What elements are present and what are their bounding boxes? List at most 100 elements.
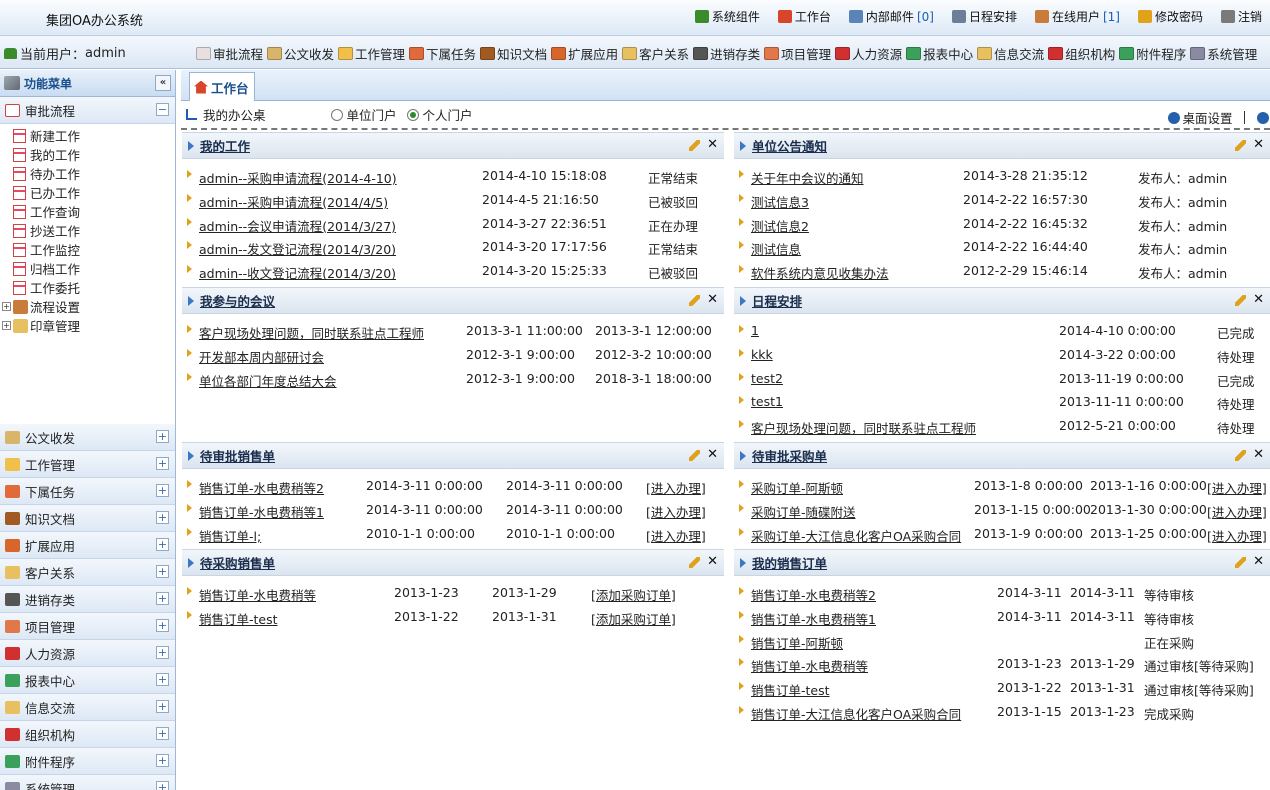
row-title-link[interactable]: 客户现场处理问题，同时联系驻点工程师	[199, 323, 424, 342]
close-icon[interactable]: ✕	[707, 554, 718, 569]
module-12[interactable]: 组织机构	[1048, 44, 1115, 63]
pencil-icon[interactable]	[1235, 557, 1246, 568]
row-title-link[interactable]: 测试信息	[751, 239, 801, 258]
top-link-5[interactable]: 修改密码	[1137, 8, 1203, 25]
collapse-arrow-icon[interactable]	[188, 140, 194, 151]
sidebar-section[interactable]: 进销存类 +	[0, 586, 175, 613]
panel-title[interactable]: 待审批销售单	[200, 446, 275, 465]
row-title-link[interactable]: 客户现场处理问题，同时联系驻点工程师	[751, 418, 976, 437]
tree-group[interactable]: + 印章管理	[0, 316, 175, 335]
module-4[interactable]: 知识文档	[480, 44, 547, 63]
row-action-link[interactable]: [添加采购订单]	[591, 585, 676, 604]
row-title-link[interactable]: 销售订单-水电费稍等	[199, 585, 316, 604]
module-14[interactable]: 系统管理	[1190, 44, 1257, 63]
row-title-link[interactable]: admin--发文登记流程(2014/3/20)	[199, 239, 396, 258]
row-title-link[interactable]: 销售订单-l;	[199, 526, 261, 545]
row-title-link[interactable]: admin--采购申请流程(2014-4-10)	[199, 168, 397, 187]
section-expand-toggle[interactable]: +	[156, 781, 169, 790]
pencil-icon[interactable]	[1235, 450, 1246, 461]
tree-item[interactable]: 已办工作	[0, 183, 175, 202]
panel-title[interactable]: 单位公告通知	[752, 136, 827, 155]
row-title-link[interactable]: 测试信息3	[751, 192, 809, 211]
row-action-link[interactable]: [进入办理]	[1207, 478, 1267, 497]
tree-item[interactable]: 工作监控	[0, 240, 175, 259]
module-10[interactable]: 报表中心	[906, 44, 973, 63]
row-title-link[interactable]: test2	[751, 371, 783, 386]
top-link-2[interactable]: 内部邮件 [0]	[848, 8, 934, 25]
sidebar-section[interactable]: 组织机构 +	[0, 721, 175, 748]
row-title-link[interactable]: 销售订单-test	[199, 609, 278, 628]
close-icon[interactable]: ✕	[1253, 292, 1264, 307]
pencil-icon[interactable]	[689, 295, 700, 306]
module-2[interactable]: 工作管理	[338, 44, 405, 63]
row-title-link[interactable]: 销售订单-test	[751, 680, 830, 699]
collapse-arrow-icon[interactable]	[740, 140, 746, 151]
section-expand-toggle[interactable]: +	[156, 619, 169, 632]
desktop-settings-link[interactable]: 桌面设置	[1182, 108, 1232, 127]
module-3[interactable]: 下属任务	[409, 44, 476, 63]
section-expand-toggle[interactable]: +	[156, 484, 169, 497]
row-title-link[interactable]: 销售订单-大江信息化客户OA采购合同	[751, 704, 961, 723]
close-icon[interactable]: ✕	[1253, 137, 1264, 152]
top-link-0[interactable]: 系统组件	[694, 8, 760, 25]
tree-item[interactable]: 新建工作	[0, 126, 175, 145]
module-6[interactable]: 客户关系	[622, 44, 689, 63]
sidebar-section[interactable]: 知识文档 +	[0, 505, 175, 532]
sidebar-collapse-button[interactable]: «	[155, 75, 171, 91]
module-1[interactable]: 公文收发	[267, 44, 334, 63]
row-title-link[interactable]: 销售订单-水电费稍等1	[199, 502, 324, 521]
row-title-link[interactable]: 销售订单-水电费稍等1	[751, 609, 876, 628]
tree-item[interactable]: 归档工作	[0, 259, 175, 278]
row-title-link[interactable]: 单位各部门年度总结大会	[199, 371, 337, 390]
section-expand-toggle[interactable]: +	[156, 673, 169, 686]
row-action-link[interactable]: [进入办理]	[1207, 502, 1267, 521]
section-expand-toggle[interactable]: +	[156, 430, 169, 443]
row-title-link[interactable]: 销售订单-阿斯顿	[751, 633, 843, 652]
tab-workbench[interactable]: 工作台	[189, 72, 255, 101]
section-expand-toggle[interactable]: +	[156, 727, 169, 740]
module-5[interactable]: 扩展应用	[551, 44, 618, 63]
close-icon[interactable]: ✕	[707, 447, 718, 462]
collapse-arrow-icon[interactable]	[740, 295, 746, 306]
sidebar-section[interactable]: 系统管理 +	[0, 775, 175, 790]
section-expand-toggle[interactable]: +	[156, 511, 169, 524]
tree-item[interactable]: 工作查询	[0, 202, 175, 221]
row-action-link[interactable]: [进入办理]	[646, 478, 706, 497]
expand-icon[interactable]: +	[2, 321, 11, 330]
close-icon[interactable]: ✕	[1253, 447, 1264, 462]
row-title-link[interactable]: kkk	[751, 347, 773, 362]
section-expand-toggle[interactable]: +	[156, 700, 169, 713]
top-link-3[interactable]: 日程安排	[951, 8, 1017, 25]
row-title-link[interactable]: admin--采购申请流程(2014/4/5)	[199, 192, 388, 211]
row-title-link[interactable]: 采购订单-随碟附送	[751, 502, 856, 521]
row-title-link[interactable]: 测试信息2	[751, 216, 809, 235]
top-link-6[interactable]: 注销	[1220, 8, 1262, 25]
tree-item[interactable]: 工作委托	[0, 278, 175, 297]
tree-item[interactable]: 抄送工作	[0, 221, 175, 240]
sidebar-section[interactable]: 人力资源 +	[0, 640, 175, 667]
sidebar-section[interactable]: 附件程序 +	[0, 748, 175, 775]
sidebar-section[interactable]: 信息交流 +	[0, 694, 175, 721]
panel-title[interactable]: 我的工作	[200, 136, 250, 155]
sidebar-section[interactable]: 工作管理 +	[0, 451, 175, 478]
section-expand-toggle[interactable]: +	[156, 457, 169, 470]
row-title-link[interactable]: 软件系统内意见收集办法	[751, 263, 889, 282]
module-13[interactable]: 附件程序	[1119, 44, 1186, 63]
radio-circle[interactable]	[406, 108, 419, 121]
pencil-icon[interactable]	[1235, 295, 1246, 306]
top-link-4[interactable]: 在线用户 [1]	[1034, 8, 1120, 25]
panel-title[interactable]: 我参与的会议	[200, 291, 275, 310]
row-title-link[interactable]: 1	[751, 323, 759, 338]
module-0[interactable]: 审批流程	[196, 44, 263, 63]
pencil-icon[interactable]	[689, 140, 700, 151]
collapse-arrow-icon[interactable]	[188, 295, 194, 306]
sidebar-section-open[interactable]: 审批流程 −	[0, 97, 175, 124]
pencil-icon[interactable]	[1235, 140, 1246, 151]
section-expand-toggle[interactable]: +	[156, 646, 169, 659]
expand-icon[interactable]: +	[2, 302, 11, 311]
sidebar-section[interactable]: 下属任务 +	[0, 478, 175, 505]
tree-item[interactable]: 我的工作	[0, 145, 175, 164]
radio-unit-portal[interactable]: 单位门户	[330, 105, 397, 124]
row-action-link[interactable]: [进入办理]	[1207, 526, 1267, 545]
collapse-arrow-icon[interactable]	[188, 450, 194, 461]
